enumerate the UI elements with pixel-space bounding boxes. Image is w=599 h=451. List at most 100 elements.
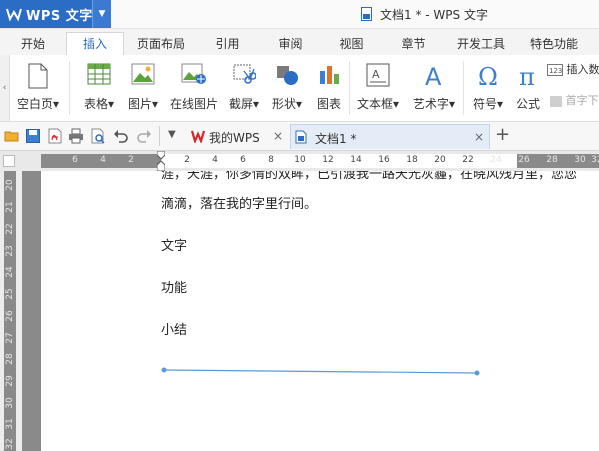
blank-page-button[interactable]: 空白页▾ [12,59,64,117]
document-text-clipped[interactable]: 涯，天涯，你多情的双眸，已引渡我一路天光灰霾，在晓风残月里，您您 [161,171,599,182]
indent-marker-icon[interactable] [157,151,165,171]
ribbon-scroll-left-icon[interactable]: ‹ [0,55,10,121]
print-preview-icon[interactable] [90,128,106,144]
online-picture-label: 在线图片 [169,97,218,111]
quick-access-dropdown-icon[interactable]: ▼ [168,129,176,140]
drawn-line-shape[interactable] [158,365,484,377]
drop-cap-label: 首字下 [565,94,599,107]
menu-bar: 开始 插入 页面布局 引用 审阅 视图 章节 开发工具 特色功能 [0,29,599,55]
svg-text:π: π [519,63,535,89]
vruler-number: 21 [5,201,15,213]
pi-icon: π [519,63,535,89]
ruler-number: 24 [490,155,502,165]
undo-icon[interactable] [113,128,129,144]
ribbon-separator [349,61,350,115]
svg-text:123: 123 [549,67,562,75]
blank-page-label: 空白页▾ [16,97,60,111]
vruler-number: 30 [5,397,15,409]
ruler-number: 8 [268,155,274,165]
wps-app-label: WPS 文字 [26,9,93,24]
tab-document1-label: 文档1 * [315,132,357,146]
tab-chapter[interactable]: 章节 [391,33,436,55]
title-bar: WPS 文字 ▼ 文档1 * - WPS 文字 [0,0,599,29]
vruler-number: 25 [5,288,15,300]
ribbon: ‹ 空白页▾ 表格▾ 图片▾ 在线图片 截屏▾ 形状▾ 图表 A 文本框▾ A … [0,55,599,122]
online-picture-icon [181,63,206,84]
ruler-number: 14 [350,155,362,165]
paragraph-summary[interactable]: 小结 [161,319,187,338]
tab-review[interactable]: 审阅 [268,33,313,55]
ruler-number: 6 [72,155,78,165]
vruler-number: 29 [5,375,15,387]
window-title: 文档1 * - WPS 文字 [380,8,488,22]
ruler-number: 28 [546,155,558,165]
shape-button[interactable]: 形状▾ [266,59,308,117]
tab-view[interactable]: 视图 [329,33,374,55]
tab-document1[interactable]: 文档1 * × [290,124,490,149]
tab-references[interactable]: 引用 [205,33,250,55]
table-button[interactable]: 表格▾ [78,59,120,117]
open-folder-icon[interactable] [4,128,20,144]
tab-stop-selector[interactable] [3,155,15,167]
textbox-icon: A [366,63,390,87]
screenshot-button[interactable]: 截屏▾ [224,59,264,117]
ruler-number: 18 [406,155,418,165]
export-pdf-icon[interactable] [47,128,63,144]
ribbon-separator [69,61,70,115]
ruler-number: 2 [128,155,134,165]
new-tab-icon[interactable]: + [495,124,510,145]
wps-logo-icon [6,8,22,22]
vruler-number: 27 [5,332,15,344]
ruler-number: 20 [434,155,446,165]
close-tab-icon[interactable]: × [474,130,484,144]
ruler-number: 16 [378,155,390,165]
blank-page-icon [28,63,48,89]
document-text-line[interactable]: 滴滴，落在我的字里行间。 [161,193,317,212]
vruler-number: 31 [5,418,15,430]
paragraph-functions[interactable]: 功能 [161,277,187,296]
app-menu-dropdown-icon[interactable]: ▼ [92,0,111,28]
ruler-number: 6 [240,155,246,165]
paragraph-text[interactable]: 文字 [161,235,187,254]
svg-text:A: A [372,68,380,81]
online-picture-button[interactable]: 在线图片 [166,59,222,117]
quick-access-bar: ▼ 我的WPS × 文档1 * × + [0,122,599,151]
save-icon[interactable] [25,128,41,144]
vruler-number: 24 [5,266,15,278]
print-icon[interactable] [68,128,84,144]
tab-home[interactable]: 开始 [8,33,58,55]
toolbar-separator [159,126,160,146]
picture-button[interactable]: 图片▾ [122,59,164,117]
scissors-icon [233,64,256,84]
wordart-icon: A [425,63,442,89]
insert-number-button[interactable]: 123 插入数 [547,61,599,77]
formula-button[interactable]: π 公式 [510,59,546,117]
svg-text:Ω: Ω [478,63,498,89]
line-handle-start[interactable] [161,367,167,373]
table-label: 表格▾ [83,97,115,111]
tab-special-features[interactable]: 特色功能 [522,33,586,55]
document-page[interactable] [41,171,599,451]
redo-icon[interactable] [136,128,152,144]
ruler-number: 10 [294,155,306,165]
close-tab-icon[interactable]: × [273,129,283,143]
chart-button[interactable]: 图表 [310,59,348,117]
wps-app-menu-button[interactable]: WPS 文字 ▼ [0,0,111,28]
ruler-number: 2 [184,155,190,165]
ruler-number: 12 [322,155,334,165]
tab-my-wps-label: 我的WPS [209,131,260,145]
tab-developer-tools[interactable]: 开发工具 [449,33,513,55]
symbol-label: 符号▾ [472,97,504,111]
tab-insert[interactable]: 插入 [66,32,124,55]
insert-number-label: 插入数 [566,63,599,76]
textbox-button[interactable]: A 文本框▾ [352,59,404,117]
formula-label: 公式 [515,97,540,111]
symbol-button[interactable]: Ω 符号▾ [468,59,508,117]
drop-cap-button[interactable]: 首字下 [550,92,599,108]
wordart-button[interactable]: A 艺术字▾ [408,59,460,117]
picture-icon [131,63,155,85]
line-handle-end[interactable] [474,370,480,376]
tab-my-wps[interactable]: 我的WPS × [185,124,289,149]
tab-page-layout[interactable]: 页面布局 [130,33,192,55]
vruler-number: 26 [5,310,15,322]
